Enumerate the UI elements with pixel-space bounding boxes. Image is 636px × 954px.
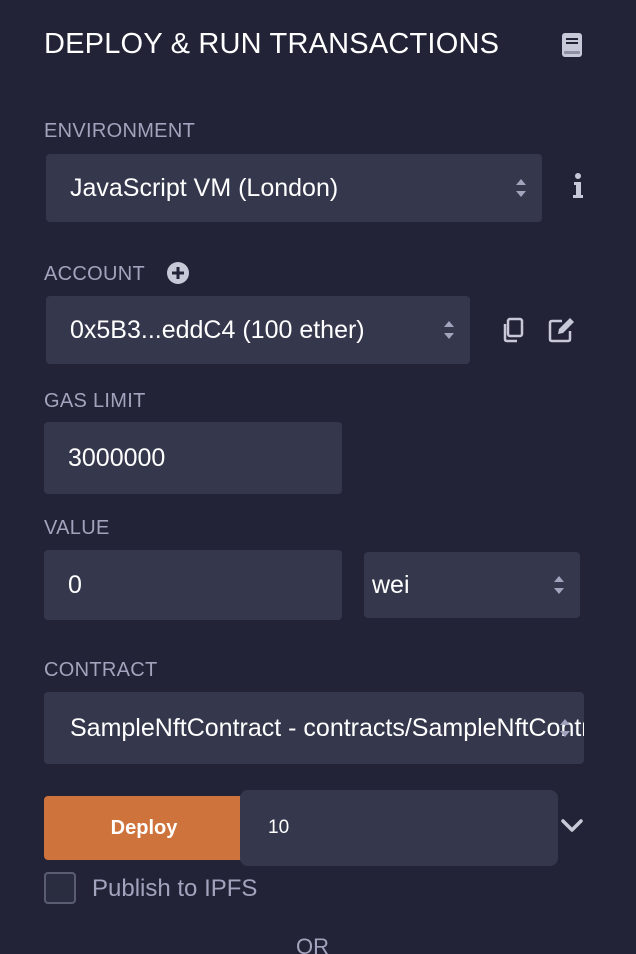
- account-value: 0x5B3...eddC4 (100 ether): [70, 315, 365, 344]
- gas-limit-label: GAS LIMIT: [44, 390, 146, 412]
- chevron-down-icon[interactable]: [560, 814, 584, 838]
- book-icon[interactable]: [560, 32, 584, 58]
- value-input[interactable]: 0: [44, 550, 342, 620]
- deploy-params-input[interactable]: 10: [240, 790, 558, 866]
- edit-icon[interactable]: [548, 316, 576, 344]
- publish-ipfs-label: Publish to IPFS: [92, 875, 258, 902]
- account-select[interactable]: 0x5B3...eddC4 (100 ether): [46, 296, 470, 364]
- plus-circle-icon[interactable]: [166, 261, 190, 285]
- select-arrows-icon: [444, 321, 454, 339]
- value-amount: 0: [68, 570, 82, 599]
- deploy-button[interactable]: Deploy: [44, 796, 244, 860]
- select-arrows-icon: [516, 179, 526, 197]
- info-icon[interactable]: [566, 170, 590, 202]
- deploy-params-value: 10: [268, 817, 290, 838]
- account-label: ACCOUNT: [44, 263, 145, 285]
- gas-limit-input[interactable]: 3000000: [44, 422, 342, 494]
- value-label: VALUE: [44, 517, 110, 539]
- gas-limit-value: 3000000: [68, 443, 166, 472]
- value-unit: wei: [372, 570, 410, 599]
- select-arrows-icon: [560, 719, 570, 737]
- contract-value: SampleNftContract - contracts/SampleNftC…: [70, 713, 584, 742]
- contract-label: CONTRACT: [44, 659, 158, 681]
- page-title: DEPLOY & RUN TRANSACTIONS: [44, 28, 500, 60]
- publish-ipfs-checkbox[interactable]: [44, 872, 76, 904]
- contract-select[interactable]: SampleNftContract - contracts/SampleNftC…: [44, 692, 584, 764]
- select-arrows-icon: [554, 576, 564, 594]
- environment-select[interactable]: JavaScript VM (London): [46, 154, 542, 222]
- copy-icon[interactable]: [500, 316, 526, 344]
- environment-label: ENVIRONMENT: [44, 120, 196, 142]
- or-separator: OR: [296, 934, 329, 954]
- environment-value: JavaScript VM (London): [70, 173, 339, 202]
- value-unit-select[interactable]: wei: [364, 552, 580, 618]
